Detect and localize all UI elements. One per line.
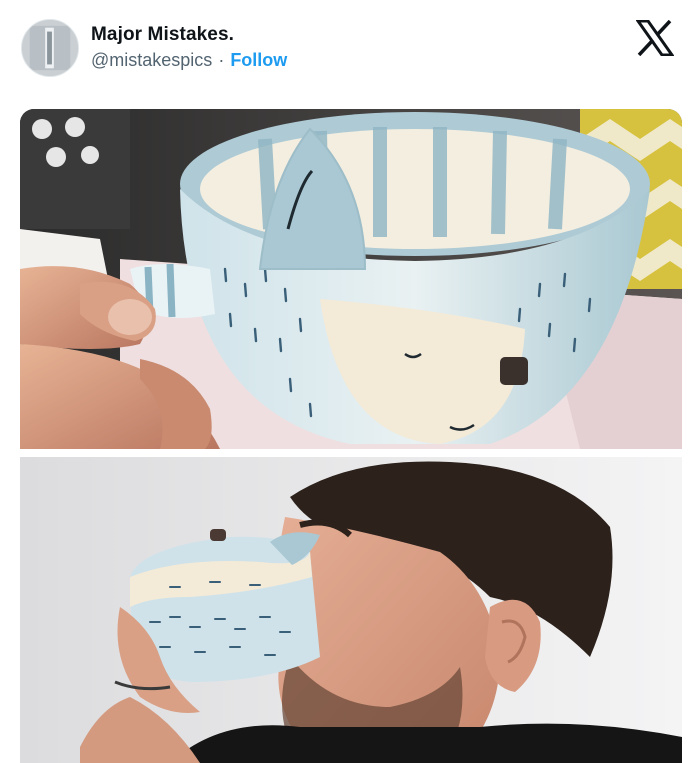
handle-row: @mistakespics · Follow [91, 50, 287, 71]
tweet-photo-man-drinking[interactable] [20, 457, 682, 763]
drinking-photo-illustration [20, 457, 682, 763]
tweet-card: Major Mistakes. @mistakespics · Follow [0, 0, 700, 763]
separator-dot: · [218, 50, 225, 70]
tweet-header: Major Mistakes. @mistakespics · Follow [0, 0, 700, 100]
avatar-image [22, 20, 78, 76]
follow-button[interactable]: Follow [230, 50, 287, 70]
avatar[interactable] [21, 19, 79, 77]
tweet-photo-mug[interactable] [20, 109, 682, 449]
mug-photo-illustration [20, 109, 682, 449]
author-name[interactable]: Major Mistakes. [91, 24, 234, 46]
x-logo-icon[interactable] [636, 20, 674, 56]
author-handle[interactable]: @mistakespics [91, 50, 212, 70]
